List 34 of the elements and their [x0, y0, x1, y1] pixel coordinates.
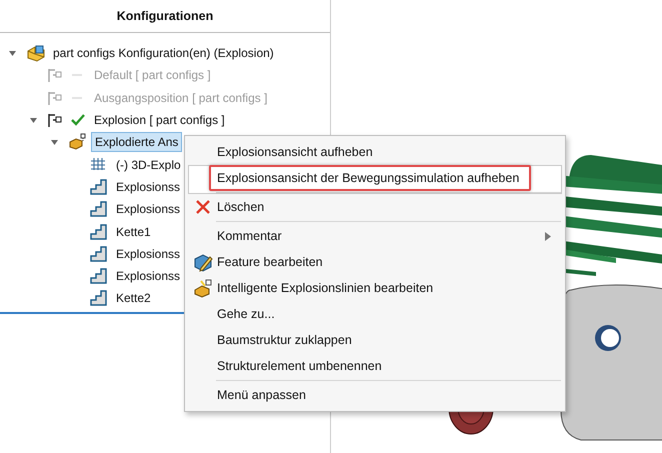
part-icon: [26, 44, 46, 62]
menu-item[interactable]: Intelligente Explosionslinien bearbeiten: [188, 275, 562, 301]
tree-item[interactable]: Explosionss: [112, 199, 184, 220]
edit-cube-icon: [193, 252, 213, 272]
tree-item[interactable]: Explosion [ part configs ]: [90, 110, 229, 130]
steps-icon: [89, 244, 109, 263]
tree-item[interactable]: (-) 3D-Explo: [112, 154, 185, 175]
tree-item[interactable]: Explosionss: [112, 266, 184, 286]
tree-item[interactable]: part configs Konfiguration(en) (Explosion): [49, 43, 278, 64]
explode-view-icon: [68, 133, 88, 152]
tree-item[interactable]: Explodierte Ans: [91, 132, 182, 152]
menu-item[interactable]: Menü anpassen: [188, 382, 562, 408]
tree-item[interactable]: Kette1: [112, 222, 155, 242]
steps-icon: [89, 200, 109, 218]
tree-item[interactable]: Kette2: [112, 288, 155, 308]
tree-item[interactable]: Explosionss: [112, 244, 184, 264]
menu-item[interactable]: Explosionsansicht der Bewegungssimulation aufheben: [188, 165, 562, 194]
steps-icon: [89, 289, 109, 308]
delete-icon: [194, 198, 212, 216]
menu-item[interactable]: Feature bearbeiten: [188, 249, 562, 275]
submenu-arrow-icon: [545, 232, 551, 240]
steps-icon: [89, 178, 109, 196]
expand-arrow-icon[interactable]: [29, 116, 38, 125]
expand-arrow-icon[interactable]: [8, 48, 17, 58]
menu-item[interactable]: Gehe zu...: [188, 301, 562, 327]
menu-item[interactable]: Explosionsansicht aufheben: [188, 139, 562, 165]
panel-title: Konfigurationen: [116, 9, 214, 23]
menu-item[interactable]: Kommentar: [188, 223, 562, 249]
explode-lines-icon: [193, 278, 213, 298]
tree-item[interactable]: Explosionss: [112, 176, 184, 197]
steps-icon: [89, 267, 109, 286]
steps-icon: [89, 222, 109, 241]
expand-arrow-icon[interactable]: [50, 138, 59, 147]
menu-item[interactable]: Baumstruktur zuklappen: [188, 327, 562, 353]
